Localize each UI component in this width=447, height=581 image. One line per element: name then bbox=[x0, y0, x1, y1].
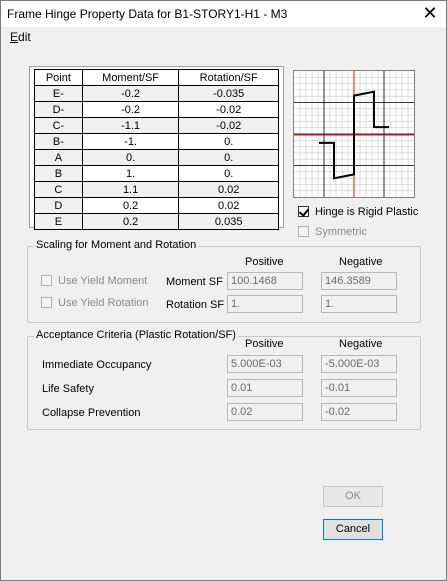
ls-positive-field[interactable]: 0.01 bbox=[227, 379, 303, 397]
row-label: E bbox=[34, 213, 83, 230]
rotation-sf-positive-field[interactable]: 1. bbox=[227, 295, 303, 313]
window-title: Frame Hinge Property Data for B1-STORY1-… bbox=[7, 7, 288, 21]
hinge-curve-svg bbox=[294, 71, 414, 197]
row-label: C bbox=[34, 181, 83, 198]
use-yield-moment-label: Use Yield Moment bbox=[58, 275, 148, 287]
close-icon[interactable]: ✕ bbox=[420, 4, 440, 24]
moment-cell[interactable]: 1. bbox=[81, 165, 180, 182]
ls-negative-field[interactable]: -0.01 bbox=[321, 379, 397, 397]
title-bar: Frame Hinge Property Data for B1-STORY1-… bbox=[1, 1, 446, 27]
table-row: B- -1. 0. bbox=[34, 133, 279, 150]
row-label: B bbox=[34, 165, 83, 182]
moment-cell[interactable]: -1. bbox=[81, 133, 180, 150]
collapse-prevention-label: Collapse Prevention bbox=[42, 407, 141, 419]
symmetric-label: Symmetric bbox=[315, 226, 367, 238]
cp-negative-field[interactable]: -0.02 bbox=[321, 403, 397, 421]
moment-sf-label: Moment SF bbox=[166, 276, 223, 288]
dialog-content: Point Moment/SF Rotation/SF E- -0.2 -0.0… bbox=[5, 48, 443, 576]
symmetric-option[interactable]: Symmetric bbox=[298, 226, 367, 238]
use-yield-rotation-option[interactable]: Use Yield Rotation bbox=[41, 297, 149, 309]
table-row: A 0. 0. bbox=[34, 149, 279, 166]
table-row: E 0.2 0.035 bbox=[34, 213, 279, 230]
symmetric-checkbox[interactable] bbox=[298, 226, 309, 237]
rotation-cell[interactable]: -0.02 bbox=[178, 101, 279, 118]
scaling-negative-header: Negative bbox=[339, 256, 383, 268]
moment-sf-positive-field[interactable]: 100.1468 bbox=[227, 272, 303, 290]
row-label: E- bbox=[34, 85, 83, 102]
col-header-moment: Moment/SF bbox=[81, 69, 180, 86]
moment-cell[interactable]: -0.2 bbox=[81, 101, 180, 118]
cancel-button[interactable]: Cancel bbox=[323, 519, 383, 540]
moment-cell[interactable]: -1.1 bbox=[81, 117, 180, 134]
moment-cell[interactable]: 0.2 bbox=[81, 213, 180, 230]
rotation-cell[interactable]: 0.02 bbox=[178, 181, 279, 198]
use-yield-rotation-checkbox[interactable] bbox=[41, 297, 52, 308]
acceptance-negative-header: Negative bbox=[339, 338, 383, 350]
immediate-occupancy-label: Immediate Occupancy bbox=[42, 359, 152, 371]
table-row: D 0.2 0.02 bbox=[34, 197, 279, 214]
rotation-cell[interactable]: 0. bbox=[178, 165, 279, 182]
moment-cell[interactable]: 0.2 bbox=[81, 197, 180, 214]
acceptance-positive-header: Positive bbox=[245, 338, 284, 350]
col-header-point: Point bbox=[34, 69, 83, 86]
col-header-rotation: Rotation/SF bbox=[178, 69, 279, 86]
rotation-sf-negative-field[interactable]: 1. bbox=[321, 295, 397, 313]
menu-edit-rest: dit bbox=[18, 30, 31, 44]
scaling-group-title: Scaling for Moment and Rotation bbox=[34, 239, 199, 251]
rigid-plastic-checkbox[interactable] bbox=[298, 206, 309, 217]
rotation-cell[interactable]: 0. bbox=[178, 133, 279, 150]
ok-button[interactable]: OK bbox=[323, 486, 383, 507]
rotation-cell[interactable]: -0.02 bbox=[178, 117, 279, 134]
scaling-positive-header: Positive bbox=[245, 256, 284, 268]
hinge-points-grid: Point Moment/SF Rotation/SF E- -0.2 -0.0… bbox=[29, 66, 284, 230]
moment-cell[interactable]: 0. bbox=[81, 149, 180, 166]
hinge-property-dialog: Frame Hinge Property Data for B1-STORY1-… bbox=[0, 0, 447, 581]
row-label: D- bbox=[34, 101, 83, 118]
rotation-cell[interactable]: 0.02 bbox=[178, 197, 279, 214]
use-yield-moment-option[interactable]: Use Yield Moment bbox=[41, 275, 147, 287]
use-yield-moment-checkbox[interactable] bbox=[41, 275, 52, 286]
table-row: B 1. 0. bbox=[34, 165, 279, 182]
rigid-plastic-option[interactable]: Hinge is Rigid Plastic bbox=[298, 206, 418, 218]
life-safety-label: Life Safety bbox=[42, 383, 94, 395]
moment-cell[interactable]: 1.1 bbox=[81, 181, 180, 198]
table-header-row: Point Moment/SF Rotation/SF bbox=[34, 69, 279, 86]
menu-edit[interactable]: Edit bbox=[10, 30, 31, 44]
rotation-cell[interactable]: -0.035 bbox=[178, 85, 279, 102]
rigid-plastic-label: Hinge is Rigid Plastic bbox=[315, 206, 419, 218]
moment-sf-negative-field[interactable]: 146.3589 bbox=[321, 272, 397, 290]
rotation-sf-label: Rotation SF bbox=[166, 299, 225, 311]
row-label: C- bbox=[34, 117, 83, 134]
io-positive-field[interactable]: 5.000E-03 bbox=[227, 355, 303, 373]
io-negative-field[interactable]: -5.000E-03 bbox=[321, 355, 397, 373]
table-row: E- -0.2 -0.035 bbox=[34, 85, 279, 102]
row-label: B- bbox=[34, 133, 83, 150]
rotation-cell[interactable]: 0. bbox=[178, 149, 279, 166]
row-label: D bbox=[34, 197, 83, 214]
moment-cell[interactable]: -0.2 bbox=[81, 85, 180, 102]
use-yield-rotation-label: Use Yield Rotation bbox=[58, 297, 149, 309]
menu-bar: Edit bbox=[1, 27, 446, 47]
table-row: C 1.1 0.02 bbox=[34, 181, 279, 198]
cp-positive-field[interactable]: 0.02 bbox=[227, 403, 303, 421]
hinge-points-table: Point Moment/SF Rotation/SF E- -0.2 -0.0… bbox=[34, 69, 279, 230]
hinge-curve-plot bbox=[293, 70, 415, 198]
row-label: A bbox=[34, 149, 83, 166]
acceptance-group-title: Acceptance Criteria (Plastic Rotation/SF… bbox=[34, 329, 238, 341]
table-row: D- -0.2 -0.02 bbox=[34, 101, 279, 118]
rotation-cell[interactable]: 0.035 bbox=[178, 213, 279, 230]
menu-edit-mnemonic: E bbox=[10, 30, 19, 44]
table-row: C- -1.1 -0.02 bbox=[34, 117, 279, 134]
